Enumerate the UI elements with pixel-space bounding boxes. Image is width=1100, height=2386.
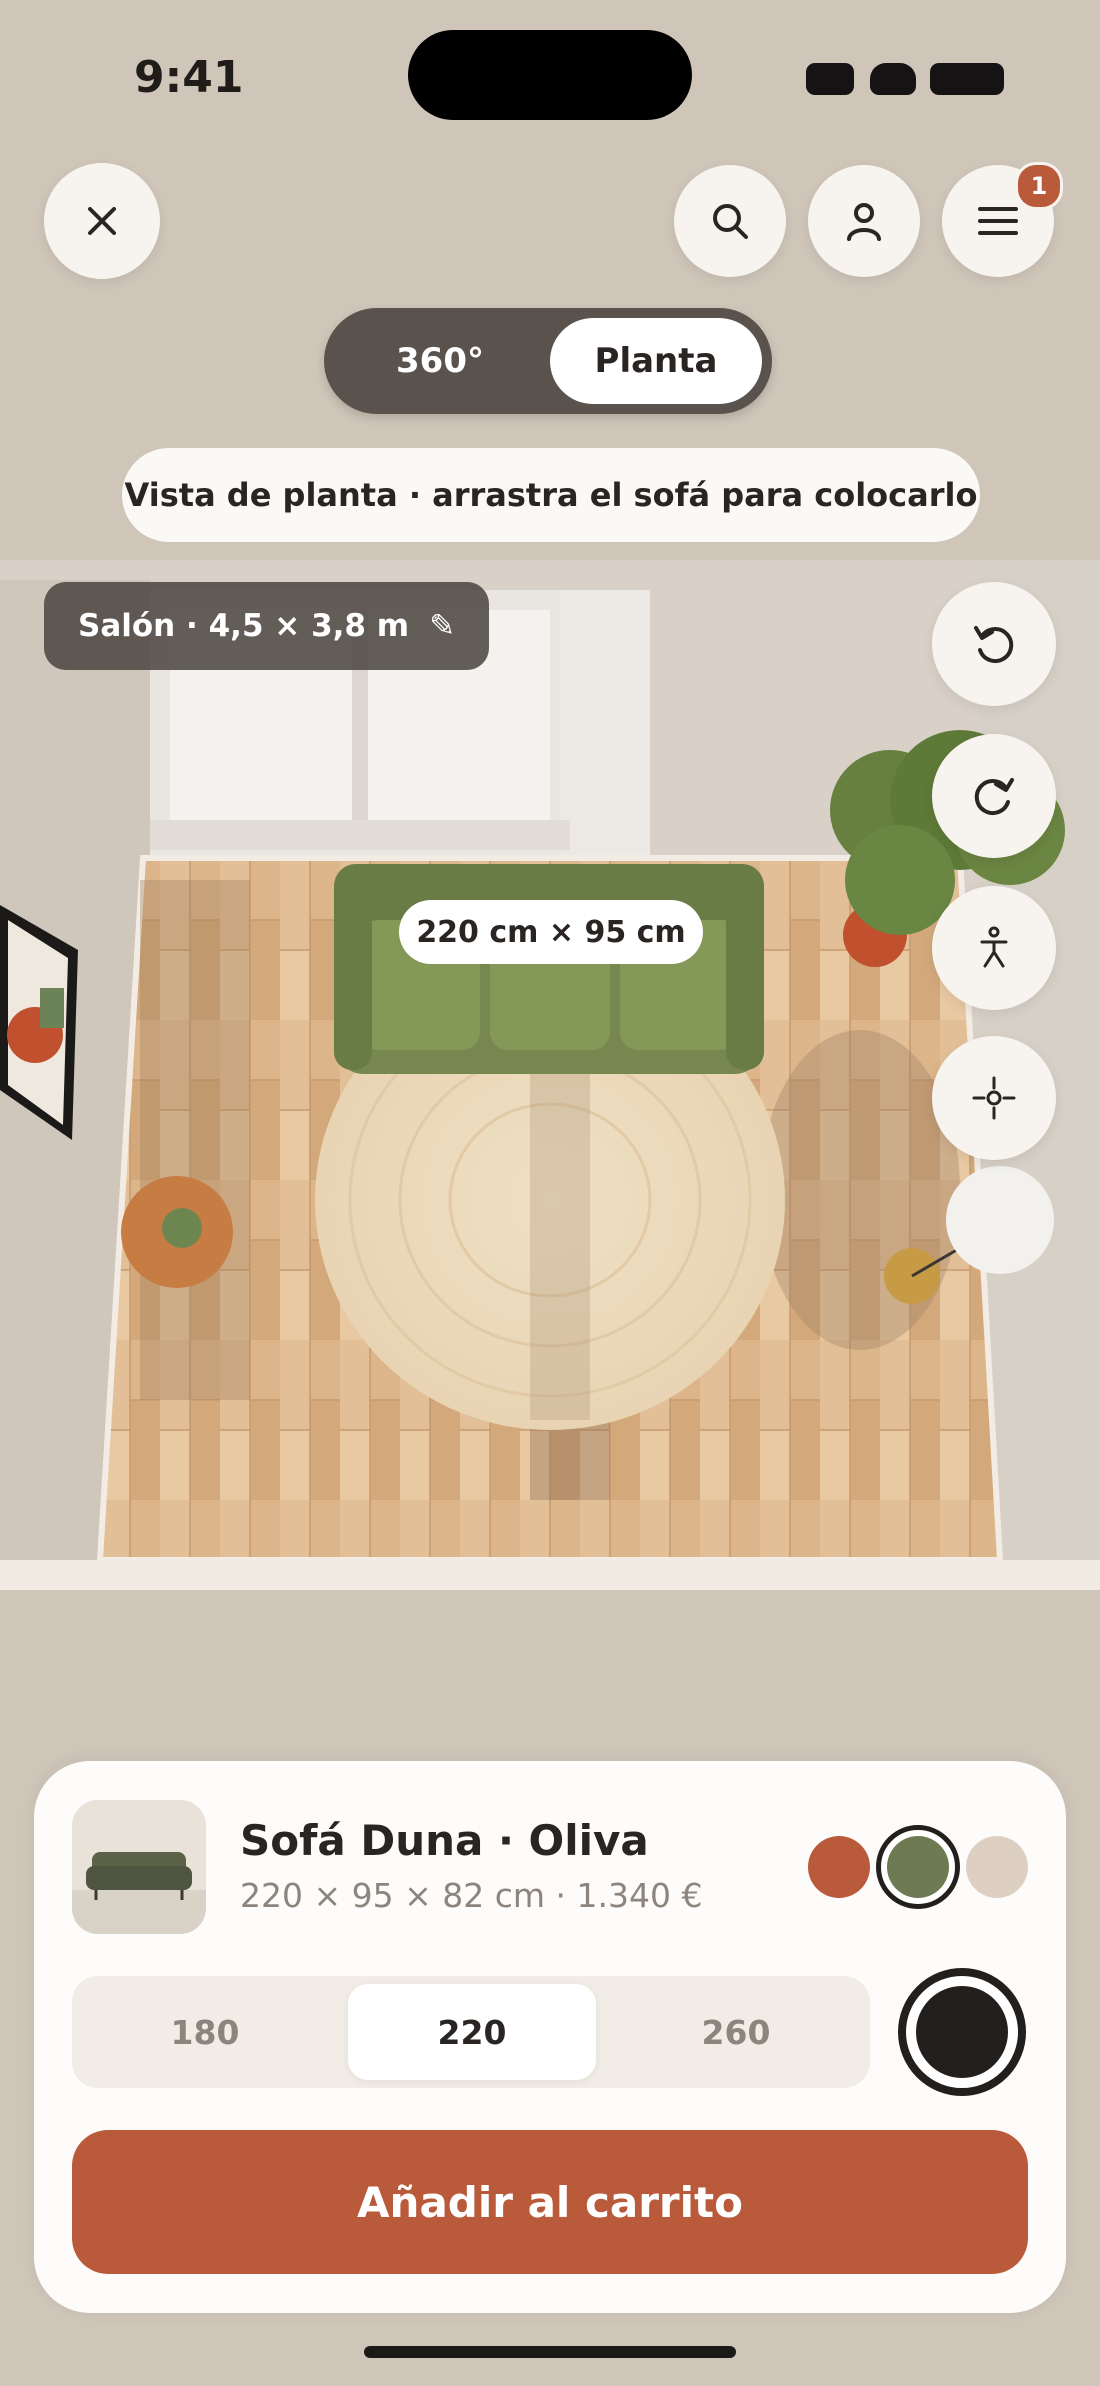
product-title: Sofá Duna · Oliva bbox=[240, 1816, 649, 1865]
room-render bbox=[0, 560, 1100, 1590]
rotate-right-button[interactable] bbox=[932, 734, 1056, 858]
human-scale-button[interactable] bbox=[932, 886, 1056, 1010]
menu-notification-badge: 1 bbox=[1015, 162, 1063, 210]
size-option-180[interactable]: 180 bbox=[82, 1984, 328, 2080]
sofa-thumbnail-image bbox=[72, 1800, 206, 1934]
view-toggle: 360° Planta bbox=[324, 308, 772, 414]
product-subtitle: 220 × 95 × 82 cm · 1.340 € bbox=[240, 1876, 703, 1915]
edit-icon: ✎ bbox=[429, 608, 456, 644]
rotate-right-icon bbox=[974, 778, 1014, 816]
close-icon bbox=[88, 207, 116, 235]
dynamic-island bbox=[408, 30, 692, 120]
rotate-left-icon bbox=[974, 626, 1014, 664]
color-swatch-oliva-fill bbox=[887, 1836, 949, 1898]
color-swatch-oliva[interactable] bbox=[876, 1825, 960, 1909]
room-size-label: Salón · 4,5 × 3,8 m bbox=[78, 608, 410, 644]
battery-icon bbox=[930, 63, 1004, 95]
wifi-icon bbox=[870, 63, 916, 95]
color-swatch-dark-fill bbox=[916, 1986, 1008, 2078]
search-button[interactable] bbox=[674, 165, 786, 277]
room-size-chip[interactable]: Salón · 4,5 × 3,8 m ✎ bbox=[44, 582, 490, 670]
rotate-left-button[interactable] bbox=[932, 582, 1056, 706]
search-icon bbox=[713, 204, 748, 239]
size-option-260[interactable]: 260 bbox=[612, 1984, 860, 2080]
profile-button[interactable] bbox=[808, 165, 920, 277]
person-icon bbox=[847, 203, 881, 241]
product-thumbnail bbox=[72, 1800, 206, 1934]
color-swatch-arena[interactable] bbox=[966, 1836, 1028, 1898]
status-time: 9:41 bbox=[134, 52, 244, 103]
tab-360[interactable]: 360° bbox=[336, 318, 544, 404]
person-scale-icon bbox=[980, 926, 1008, 968]
color-swatch-dark[interactable] bbox=[898, 1968, 1026, 2096]
close-button[interactable] bbox=[44, 163, 160, 279]
color-swatch-terracota[interactable] bbox=[808, 1836, 870, 1898]
sofa-dimension-label: 220 cm × 95 cm bbox=[399, 900, 703, 964]
size-option-220[interactable]: 220 bbox=[348, 1984, 596, 2080]
floorplan-hint: Vista de planta · arrastra el sofá para … bbox=[122, 448, 980, 542]
crosshair-icon bbox=[972, 1076, 1016, 1120]
add-to-cart-button[interactable]: Añadir al carrito bbox=[72, 2130, 1028, 2274]
tab-planta[interactable]: Planta bbox=[550, 318, 762, 404]
home-indicator[interactable] bbox=[364, 2346, 736, 2358]
room-floorplan-view[interactable] bbox=[0, 560, 1100, 1590]
recenter-button[interactable] bbox=[932, 1036, 1056, 1160]
signal-icon bbox=[806, 63, 854, 95]
menu-icon bbox=[978, 207, 1018, 235]
